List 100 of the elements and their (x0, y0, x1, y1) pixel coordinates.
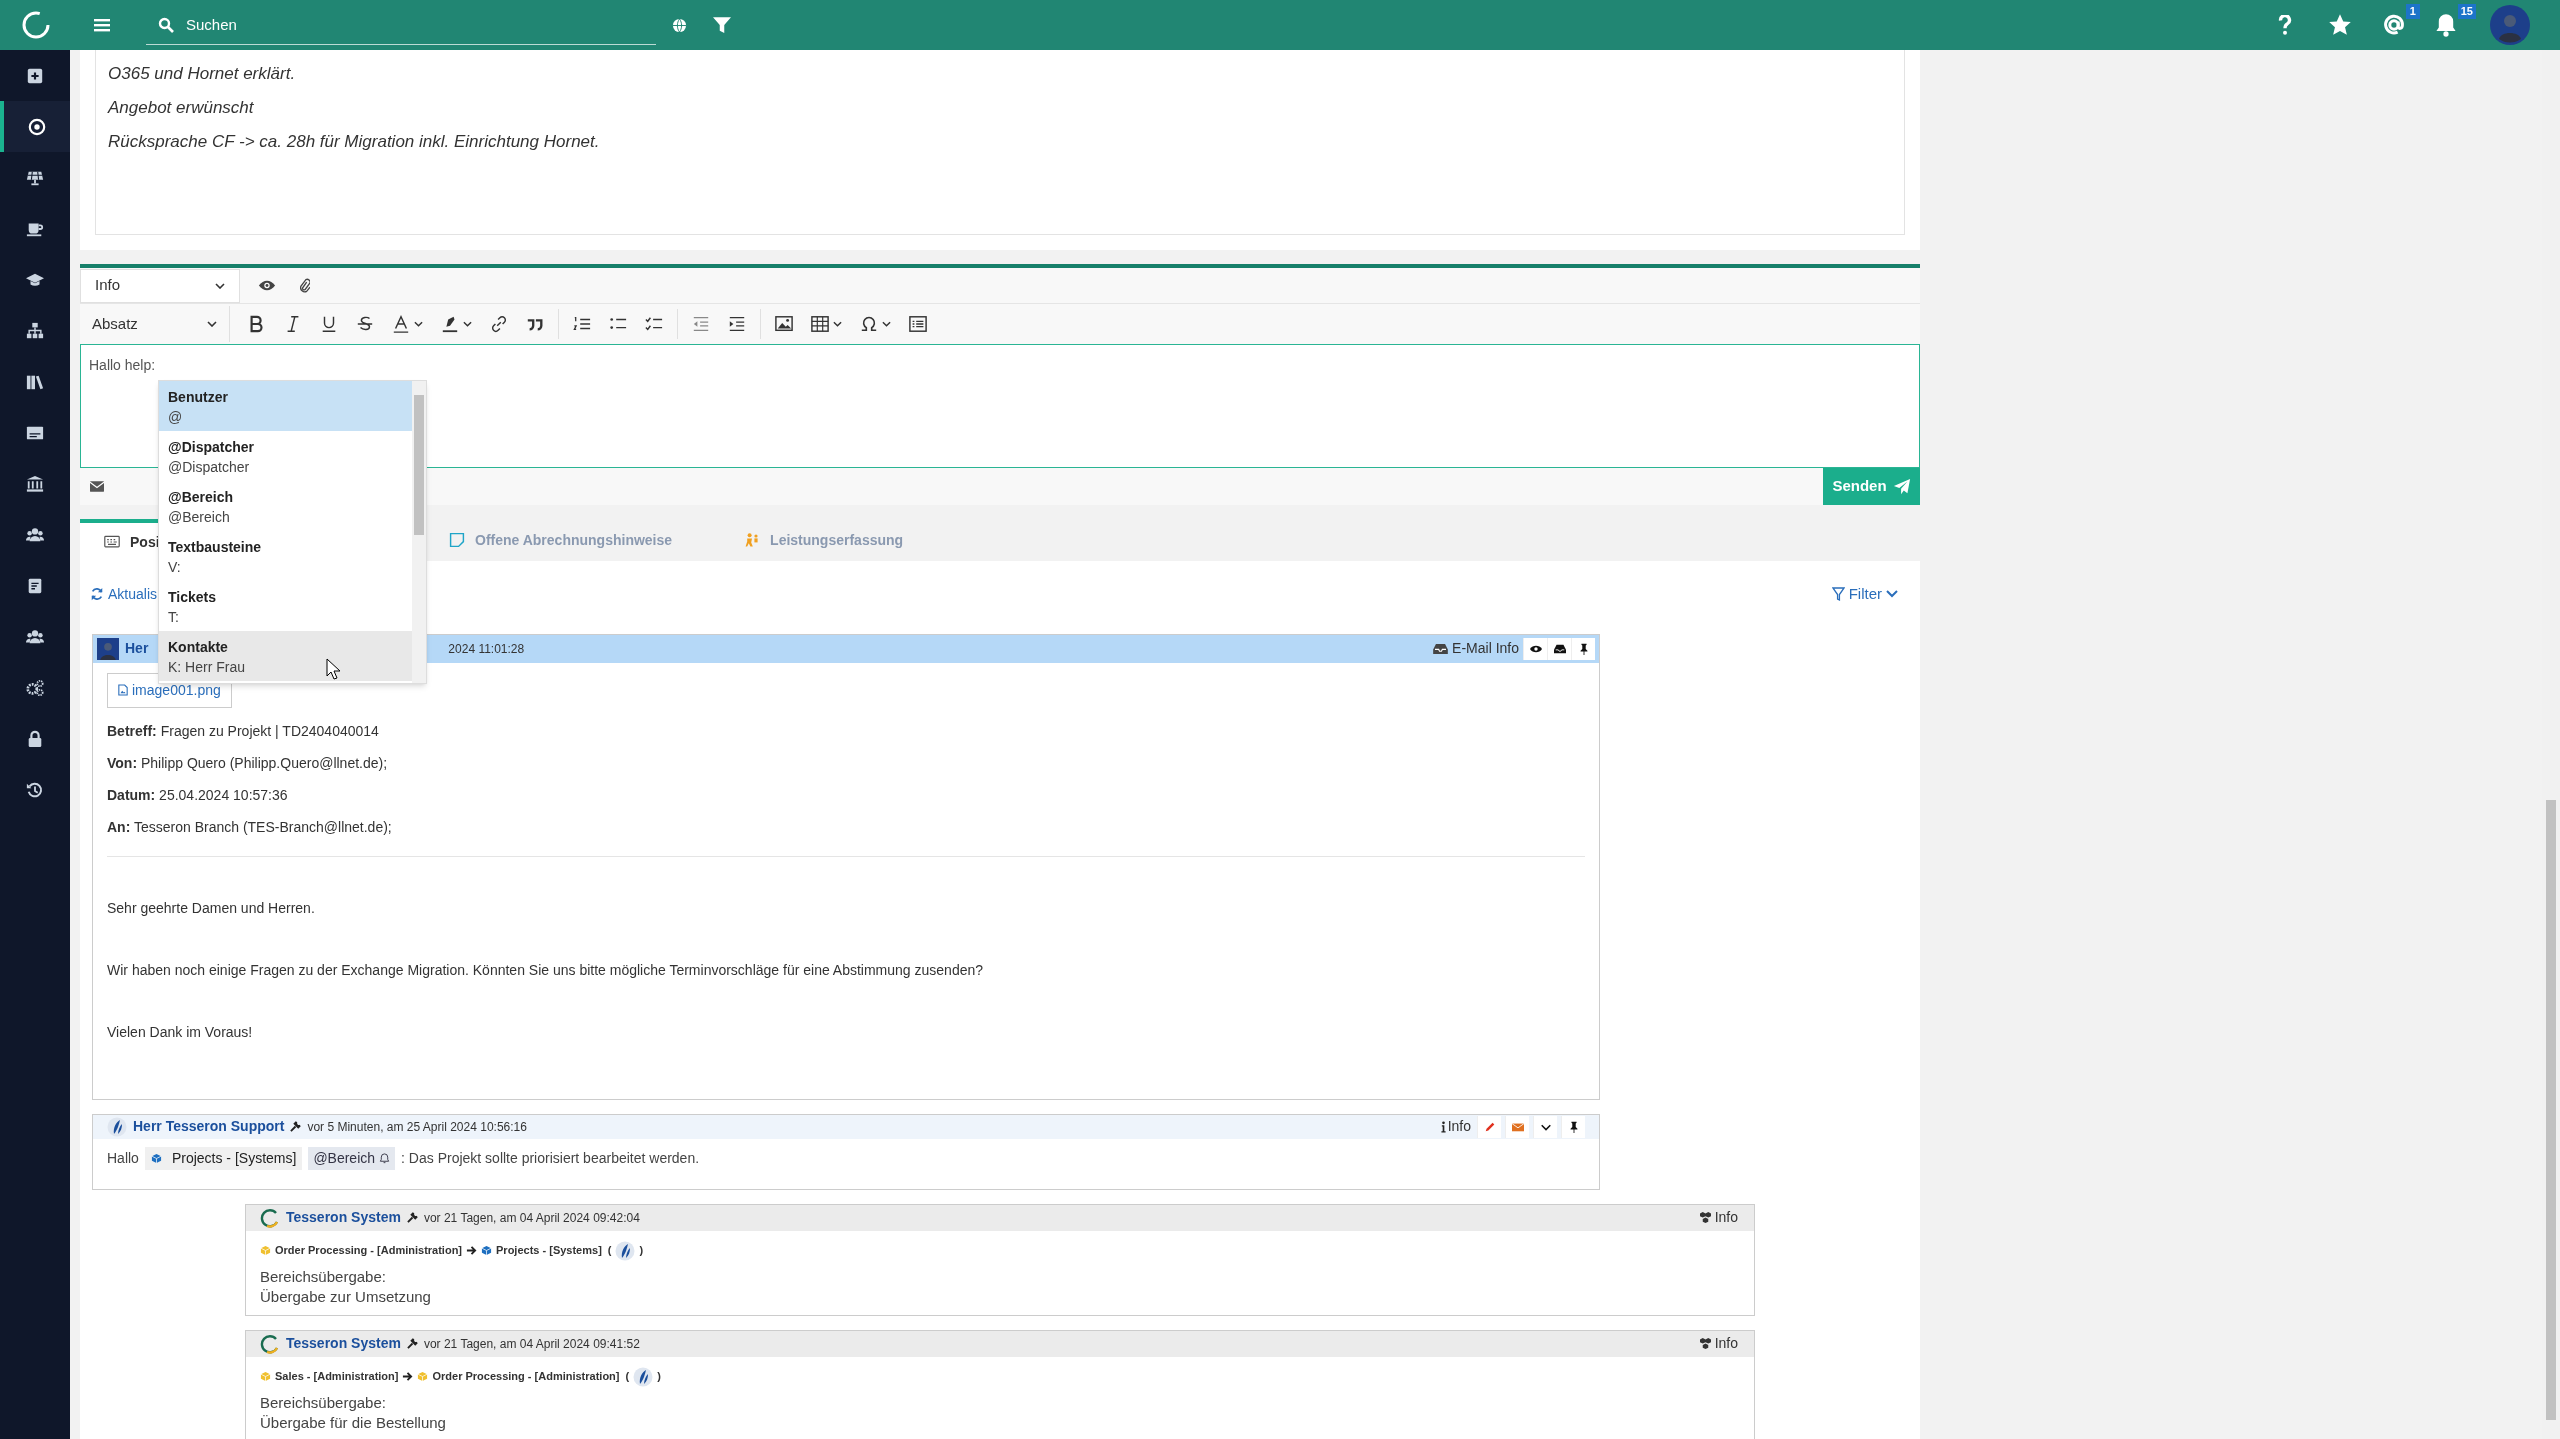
search-icon (158, 16, 174, 33)
highlighter-icon (441, 315, 459, 333)
paper-plane-icon (1892, 477, 1911, 496)
parenthesis: ) (657, 1369, 661, 1385)
edit-button[interactable] (1477, 1115, 1501, 1138)
sticky-note-icon (449, 532, 465, 548)
globe-icon (672, 17, 687, 33)
cube-icon (150, 1152, 162, 1164)
mouse-cursor-icon (326, 658, 340, 680)
gears-icon (26, 678, 44, 697)
bell-icon (379, 1152, 391, 1164)
email-paragraph: Vielen Dank im Voraus! (107, 1022, 254, 1042)
eye-icon (258, 280, 276, 291)
logo-icon (20, 9, 52, 41)
filter-icon (713, 16, 731, 34)
parenthesis: ( (607, 1243, 612, 1259)
refresh-link[interactable]: Aktualis (90, 583, 158, 605)
comment-text: Hallo (107, 1148, 139, 1168)
pin-button[interactable] (1561, 1115, 1585, 1138)
text-color-icon (392, 315, 410, 333)
list-box-icon (909, 315, 927, 333)
underline-icon (320, 315, 338, 333)
scrollbar-thumb[interactable] (2546, 800, 2556, 1420)
outdent-icon (692, 315, 710, 333)
select-value: Absatz (92, 313, 138, 334)
logo-avatar-icon (260, 1333, 280, 1354)
email-paragraph: Sehr geehrte Damen und Herren. (107, 898, 316, 918)
timestamp: vor 21 Tagen, am 04 April 2024 09:41:52 (423, 1335, 640, 1353)
attachment-link[interactable]: image001.png (107, 672, 232, 708)
menu-icon (94, 18, 110, 32)
search-field[interactable]: Suchen (186, 5, 646, 44)
user-avatar-button[interactable] (2490, 5, 2530, 45)
info-button[interactable]: Info (1698, 1333, 1738, 1354)
document-icon (26, 576, 44, 595)
format-select[interactable]: Absatz (80, 306, 230, 342)
email-header-field: Betreff: Fragen zu Projekt | TD2404040014 (107, 719, 1585, 742)
type-select[interactable]: Info (80, 268, 240, 303)
dropdown-option[interactable]: Tickets T: (159, 581, 412, 631)
caret-icon (833, 321, 842, 327)
arrow-right-icon (466, 1245, 478, 1256)
dropdown-option[interactable]: @Bereich @Bereich (159, 481, 412, 531)
notification-count-badge: 15 (2457, 4, 2476, 19)
scrollbar-thumb[interactable] (414, 395, 424, 535)
dropdown-option[interactable]: Kontakte K: Herr Frau (159, 631, 412, 681)
filter-button[interactable] (713, 16, 731, 34)
link-icon (490, 315, 508, 333)
avatar-icon (633, 1366, 654, 1387)
dropdown-option[interactable]: Benutzer @ (159, 381, 412, 431)
parenthesis: ( (625, 1369, 630, 1385)
email-header-field: Von: Philipp Quero (Philipp.Quero@llnet.de); (107, 751, 1585, 774)
favorites-button[interactable] (2327, 13, 2352, 37)
dropdown-option[interactable]: Textbausteine V: (159, 531, 412, 581)
bank-icon (26, 474, 44, 493)
star-icon (2327, 13, 2352, 37)
filter-icon (1831, 586, 1845, 602)
area-name: Projects - [Systems] (496, 1243, 602, 1259)
help-button[interactable] (2277, 15, 2292, 35)
inbox-icon (1433, 643, 1449, 654)
avatar-icon (615, 1240, 636, 1261)
info-button[interactable]: Info (1440, 1116, 1471, 1137)
entry-text: Übergabe für die Bestellung (260, 1412, 447, 1433)
author-name: Her (125, 639, 149, 658)
chevron-down-icon (207, 321, 217, 327)
email-info-button[interactable]: E-Mail Info (1433, 638, 1519, 659)
pin-button[interactable] (1571, 637, 1595, 660)
wrench-icon (406, 1338, 418, 1349)
numbered-list-icon (573, 315, 591, 333)
inbox-button[interactable] (1547, 637, 1571, 660)
timestamp: vor 5 Minuten, am 25 April 2024 10:56:16 (307, 1118, 527, 1136)
table-icon (811, 315, 829, 333)
entry-text: Bereichsübergabe: (260, 1266, 387, 1287)
mentions-button[interactable] (2381, 13, 2406, 37)
mention-tag: @Bereich (308, 1146, 396, 1170)
image-icon (775, 315, 793, 333)
comment-text: : Das Projekt sollte priorisiert bearbeitet werden. (401, 1148, 700, 1168)
caret-icon (882, 321, 891, 327)
note-line: Rücksprache CF -> ca. 28h für Migration inkl. Einrichtung Hornet. (108, 131, 601, 153)
filter-dropdown-button[interactable]: Filter (1831, 583, 1898, 606)
indent-icon (728, 315, 746, 333)
history-icon (26, 780, 44, 799)
user-avatar-icon (2490, 5, 2530, 45)
globe-button[interactable] (672, 17, 687, 33)
sidebar-item[interactable] (0, 101, 70, 152)
menu-button[interactable] (94, 18, 110, 32)
caret-icon (463, 321, 472, 327)
question-icon (2277, 15, 2292, 35)
view-button[interactable] (1523, 637, 1547, 660)
expand-button[interactable] (1533, 1115, 1557, 1138)
email-button[interactable] (90, 481, 104, 492)
omega-icon (860, 315, 878, 333)
users-icon (26, 627, 44, 646)
info-icon (1440, 1120, 1446, 1133)
bold-icon (248, 315, 266, 333)
area-name: Sales - [Administration] (275, 1369, 399, 1385)
user-avatar-icon (97, 637, 119, 660)
target-icon (28, 117, 46, 136)
inbox-icon (1553, 642, 1566, 655)
caret-icon (414, 321, 423, 327)
info-button[interactable]: Info (1698, 1207, 1738, 1228)
mention-count-badge: 1 (2405, 4, 2420, 19)
